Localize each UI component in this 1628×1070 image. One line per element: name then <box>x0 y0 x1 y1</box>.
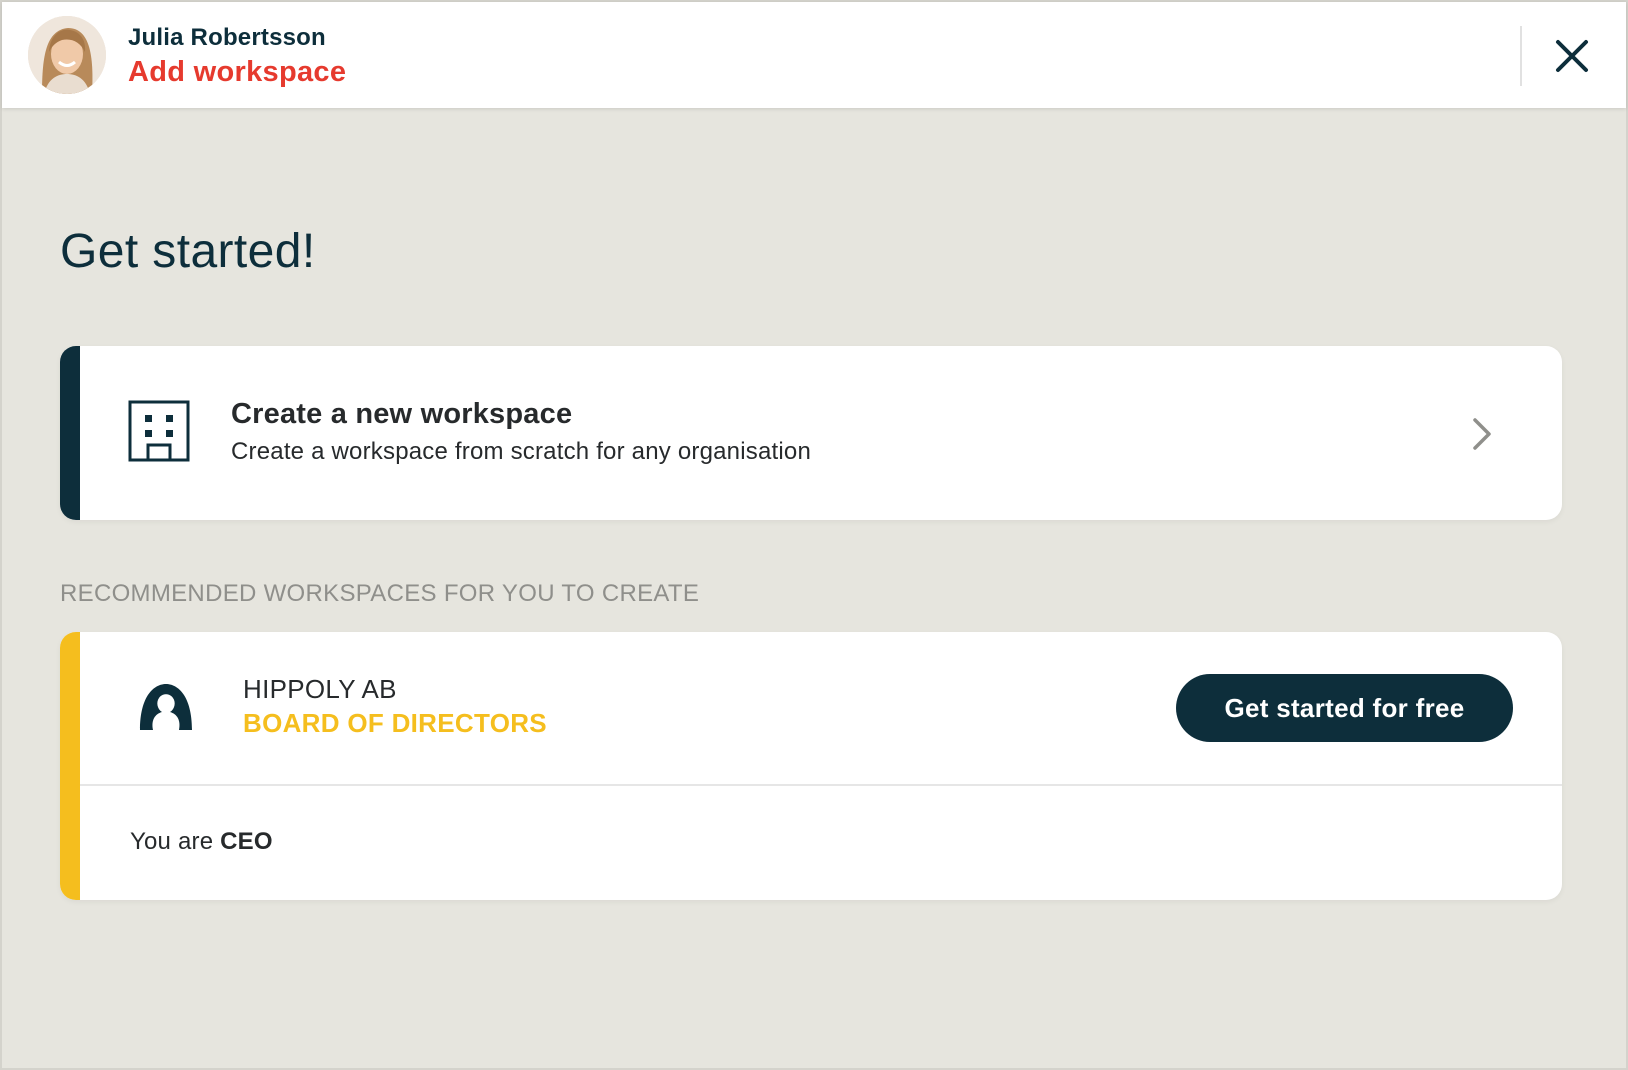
header-title: Add workspace <box>128 56 347 88</box>
page-title: Get started! <box>60 225 316 278</box>
header-divider <box>1520 26 1522 86</box>
role-line: You are CEO <box>130 828 273 856</box>
building-icon <box>128 400 190 464</box>
org-avatar-icon <box>137 682 195 732</box>
get-started-button[interactable]: Get started for free <box>1176 674 1513 742</box>
avatar-photo-icon <box>28 16 106 94</box>
chevron-right-icon <box>1470 416 1496 452</box>
user-avatar <box>28 16 106 94</box>
org-name: HIPPOLY AB <box>243 674 397 704</box>
recommended-workspace-card: HIPPOLY AB BOARD OF DIRECTORS Get starte… <box>60 632 1562 900</box>
top-bar: Julia Robertsson Add workspace <box>2 2 1626 108</box>
role-prefix: You are <box>130 828 214 855</box>
role-value: CEO <box>220 828 273 855</box>
close-icon <box>1556 40 1588 72</box>
card-accent-bar <box>60 632 80 900</box>
card-divider <box>80 784 1562 786</box>
create-workspace-card[interactable]: Create a new workspace Create a workspac… <box>60 346 1562 520</box>
create-workspace-subtitle: Create a workspace from scratch for any … <box>231 438 811 465</box>
recommended-section-label: RECOMMENDED WORKSPACES FOR YOU TO CREATE <box>60 580 700 607</box>
close-button[interactable] <box>1550 34 1594 78</box>
workspace-type: BOARD OF DIRECTORS <box>243 708 547 738</box>
add-workspace-screen: Julia Robertsson Add workspace Get start… <box>0 0 1628 1070</box>
create-workspace-title: Create a new workspace <box>231 398 573 430</box>
card-accent-bar <box>60 346 80 520</box>
user-name: Julia Robertsson <box>128 24 326 51</box>
